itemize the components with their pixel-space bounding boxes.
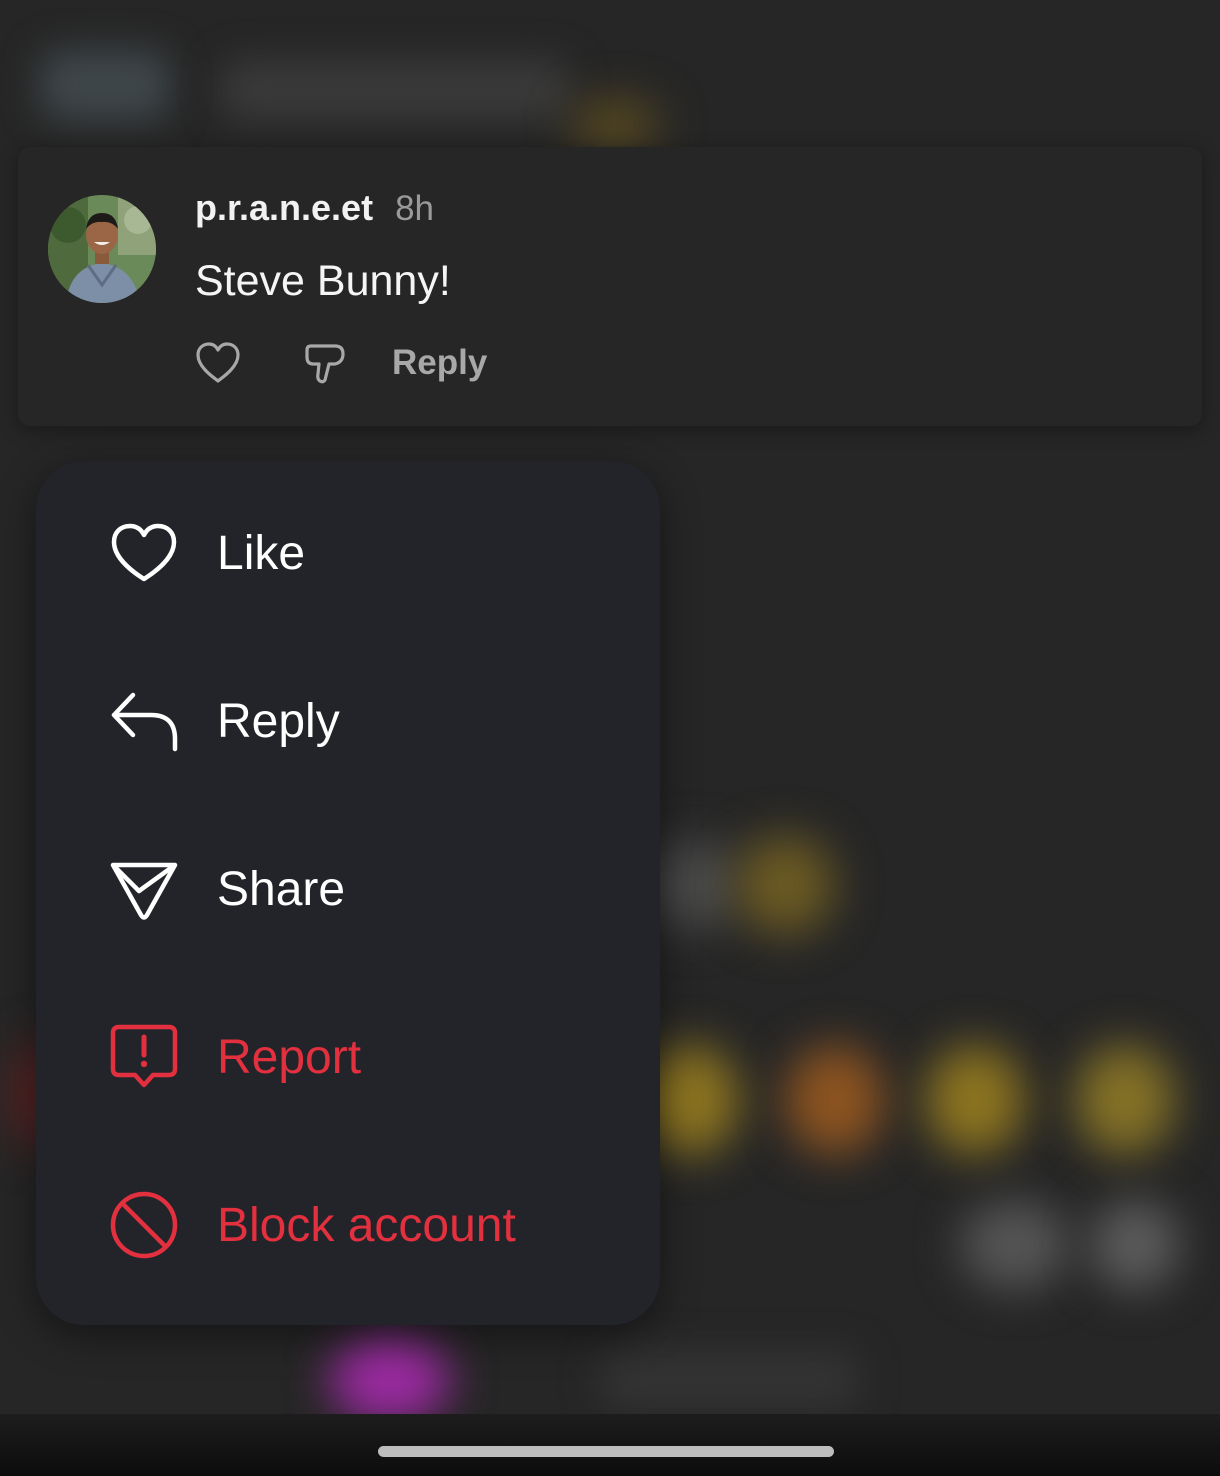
menu-item-share[interactable]: Share: [36, 805, 660, 973]
report-alert-icon: [106, 1019, 182, 1095]
blurred-shape: [220, 60, 570, 120]
reply-button[interactable]: Reply: [392, 343, 487, 383]
blurred-shape: [960, 1200, 1070, 1290]
blurred-shape: [925, 1045, 1025, 1155]
comment-card: p.r.a.n.e.et 8h Steve Bunny! Reply: [18, 147, 1202, 426]
home-indicator[interactable]: [378, 1446, 834, 1457]
comment-actions: Reply: [192, 337, 487, 389]
avatar-image: [48, 195, 156, 303]
blurred-shape: [735, 835, 835, 935]
menu-item-like[interactable]: Like: [36, 469, 660, 637]
blurred-shape: [650, 840, 740, 930]
comment-text: Steve Bunny!: [195, 257, 451, 305]
menu-item-label: Report: [217, 1030, 362, 1084]
dislike-icon: [305, 344, 345, 384]
block-icon: [106, 1187, 182, 1263]
blurred-shape: [1090, 1200, 1180, 1290]
heart-icon: [196, 342, 240, 383]
blurred-shape: [785, 1045, 885, 1155]
timestamp: 8h: [395, 189, 435, 228]
menu-item-label: Block account: [217, 1198, 516, 1252]
blurred-shape: [40, 50, 170, 120]
paper-plane-icon: [106, 851, 182, 927]
menu-item-label: Reply: [217, 694, 340, 748]
menu-item-label: Share: [217, 862, 346, 916]
blurred-shape: [570, 100, 660, 150]
reply-arrow-icon: [106, 683, 182, 759]
like-button[interactable]: [192, 337, 244, 389]
blurred-shape: [1075, 1045, 1175, 1155]
blurred-shape: [330, 1335, 450, 1425]
menu-item-report[interactable]: Report: [36, 973, 660, 1141]
menu-item-label: Like: [217, 526, 306, 580]
comment-context-menu: Like Reply Share Report Block account: [36, 461, 660, 1325]
username[interactable]: p.r.a.n.e.et: [195, 187, 373, 229]
comment-header: p.r.a.n.e.et 8h: [195, 187, 434, 229]
heart-icon: [106, 515, 182, 591]
menu-item-block-account[interactable]: Block account: [36, 1141, 660, 1309]
menu-item-reply[interactable]: Reply: [36, 637, 660, 805]
avatar[interactable]: [48, 195, 156, 303]
bottom-bar: [0, 1414, 1220, 1476]
dislike-button[interactable]: [300, 337, 352, 389]
blurred-shape: [600, 1350, 860, 1410]
